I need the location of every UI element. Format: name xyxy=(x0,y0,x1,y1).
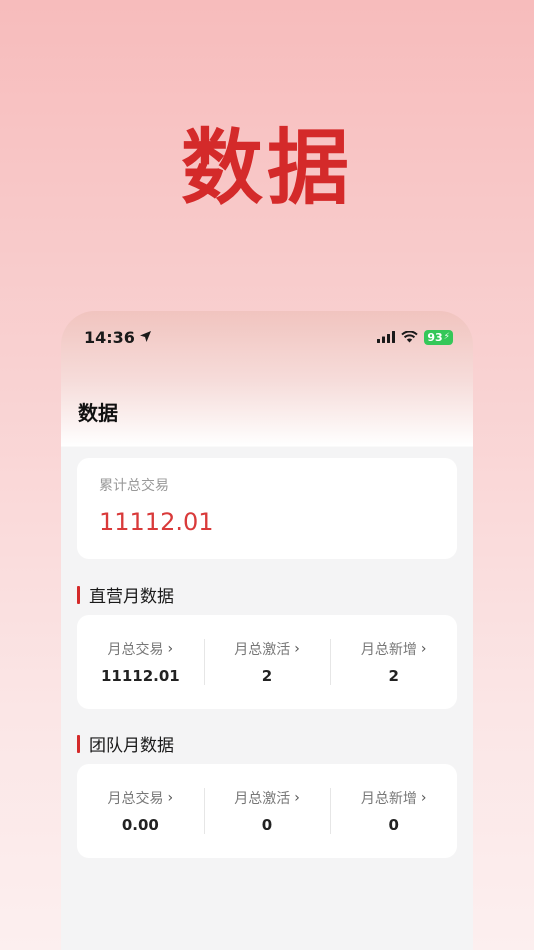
chevron-right-icon: › xyxy=(294,641,300,657)
stat-value: 0 xyxy=(388,816,399,834)
battery-level: 93 xyxy=(427,330,443,344)
cellular-signal-icon xyxy=(377,328,396,347)
team-stats-card: 月总交易 › 0.00 月总激活 › 0 月总新增 › 0 xyxy=(77,764,457,858)
stat-label: 月总新增 xyxy=(360,642,417,658)
stat-label: 月总交易 xyxy=(107,642,164,658)
location-arrow-icon xyxy=(139,328,152,347)
stat-value: 11112.01 xyxy=(100,667,180,685)
direct-stats-card: 月总交易 › 11112.01 月总激活 › 2 月总新增 › 2 xyxy=(77,615,457,709)
hero-title: 数据 xyxy=(180,121,353,216)
bolt-icon: ⚡ xyxy=(443,331,450,342)
chevron-right-icon: › xyxy=(167,790,174,806)
team-section-title: 团队月数据 xyxy=(89,736,174,756)
direct-stat-transactions[interactable]: 月总交易 › 11112.01 xyxy=(77,639,204,685)
direct-section-title: 直营月数据 xyxy=(89,587,174,607)
status-time: 14:36 xyxy=(84,327,135,347)
team-section-header: 团队月数据 xyxy=(77,731,174,756)
stat-value: 0.00 xyxy=(121,816,159,834)
stat-label: 月总交易 xyxy=(107,791,164,807)
wifi-icon xyxy=(401,328,419,347)
total-transaction-card: 累计总交易 11112.01 xyxy=(77,458,457,559)
battery-icon: 93 ⚡ xyxy=(424,329,453,345)
team-stat-transactions[interactable]: 月总交易 › 0.00 xyxy=(77,788,204,834)
section-accent-bar xyxy=(77,734,80,753)
chevron-right-icon: › xyxy=(294,790,300,806)
chevron-right-icon: › xyxy=(420,790,427,806)
status-bar: 14:36 93 ⚡ xyxy=(61,311,473,363)
direct-section-header: 直营月数据 xyxy=(77,582,174,607)
team-stat-new[interactable]: 月总新增 › 0 xyxy=(330,788,457,834)
stat-label: 月总激活 xyxy=(234,642,291,658)
stat-label: 月总激活 xyxy=(234,791,291,807)
direct-stat-new[interactable]: 月总新增 › 2 xyxy=(330,639,457,685)
page-title: 数据 xyxy=(78,401,118,425)
section-accent-bar xyxy=(77,585,80,604)
stat-value: 0 xyxy=(261,816,273,834)
chevron-right-icon: › xyxy=(420,641,427,657)
total-value: 11112.01 xyxy=(99,508,214,536)
stat-value: 2 xyxy=(261,667,273,685)
chevron-right-icon: › xyxy=(167,641,174,657)
team-stat-activations[interactable]: 月总激活 › 0 xyxy=(203,788,331,834)
direct-stat-activations[interactable]: 月总激活 › 2 xyxy=(203,639,331,685)
total-label: 累计总交易 xyxy=(99,478,169,494)
stat-label: 月总新增 xyxy=(360,791,417,807)
stat-value: 2 xyxy=(388,667,399,685)
phone-screen: 14:36 93 ⚡ 数据 累计总交易 11112.01 直营月数据 月总交易 … xyxy=(61,311,473,950)
